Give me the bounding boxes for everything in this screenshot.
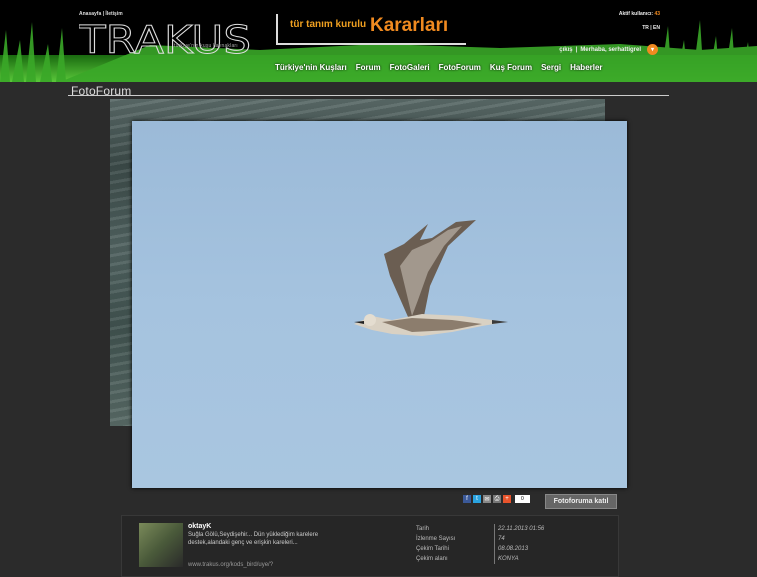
avatar[interactable] <box>139 523 183 567</box>
ttk-big-text: Kararları <box>370 15 449 36</box>
title-divider <box>68 95 669 96</box>
meta-label-shot-date: Çekim Tarihi <box>416 546 449 552</box>
user-bar: çıkış | Merhaba, serhattigrel ▾ <box>559 44 658 55</box>
contact-link[interactable]: İletişim <box>105 11 122 17</box>
meta-label-date: Tarih <box>416 526 430 532</box>
main-nav: Türkiye'nin Kuşları Forum FotoGaleri Fot… <box>275 63 603 72</box>
ttk-small-text: tür tanım kurulu <box>290 19 367 30</box>
lang-tr[interactable]: TR <box>642 25 649 31</box>
meta-value-date: 22.11.2013 01:56 <box>498 526 545 532</box>
ttk-banner[interactable]: tür tanım kurulu Kararları <box>276 14 466 45</box>
top-links: Anasayfa | İletişim <box>79 11 123 17</box>
meta-label-location: Çekim alanı <box>416 556 448 562</box>
main-photo[interactable] <box>132 121 627 488</box>
nav-fotoforum[interactable]: FotoForum <box>439 63 481 72</box>
site-header: Anasayfa | İletişim TRAKUS türkiye'nin k… <box>0 0 757 82</box>
email-icon[interactable]: ✉ <box>483 495 491 503</box>
fotoforum-join-button[interactable]: Fotoforuma katıl <box>545 494 617 509</box>
nav-haberler[interactable]: Haberler <box>570 63 602 72</box>
print-icon[interactable]: ⎙ <box>493 495 501 503</box>
language-switch: TR | EN <box>642 25 660 31</box>
home-link[interactable]: Anasayfa <box>79 11 101 17</box>
twitter-icon[interactable]: t <box>473 495 481 503</box>
trakus-logo[interactable]: TRAKUS <box>79 20 251 58</box>
plus-icon[interactable]: + <box>503 495 511 503</box>
gull-image <box>354 220 508 336</box>
meta-value-views: 74 <box>498 536 505 542</box>
greeting-text: Merhaba, serhattigrel <box>580 46 641 53</box>
share-toolbar: f t ✉ ⎙ + 0 <box>463 495 530 503</box>
meta-labels: Tarih İzlenme Sayısı Çekim Tarihi Çekim … <box>416 524 455 564</box>
active-users-label: Aktif kullanıcı: <box>618 11 654 17</box>
lang-en[interactable]: EN <box>653 25 660 31</box>
nav-kus-forum[interactable]: Kuş Forum <box>490 63 532 72</box>
nav-sergi[interactable]: Sergi <box>541 63 561 72</box>
meta-label-views: İzlenme Sayısı <box>416 536 456 542</box>
meta-value-shot-date: 08.08.2013 <box>498 546 529 552</box>
post-url[interactable]: www.trakus.org/kods_bird/uye/? <box>188 562 273 568</box>
share-count: 0 <box>515 495 530 503</box>
nav-turkiye-kuslari[interactable]: Türkiye'nin Kuşları <box>275 63 347 72</box>
meta-value-location: KONYA <box>498 556 519 562</box>
active-users-count: 43 <box>654 11 660 17</box>
logo-text: TRAKUS <box>79 20 251 58</box>
post-info: oktayK Suğla Gölü,Seydişehir... Dün yükl… <box>121 515 619 577</box>
post-description: Suğla Gölü,Seydişehir... Dün yüklediğim … <box>188 532 319 546</box>
facebook-icon[interactable]: f <box>463 495 471 503</box>
active-users: Aktif kullanıcı: 43 <box>619 11 660 17</box>
meta-values: 22.11.2013 01:56 74 08.08.2013 KONYA <box>494 524 544 564</box>
nav-fotogaleri[interactable]: FotoGaleri <box>390 63 430 72</box>
logout-link[interactable]: çıkış <box>559 47 572 53</box>
chevron-down-icon[interactable]: ▾ <box>647 44 658 55</box>
nav-forum[interactable]: Forum <box>356 63 381 72</box>
logo-subtitle: türkiye'nin kuşu kaynakları <box>174 43 238 49</box>
post-username[interactable]: oktayK <box>188 523 211 530</box>
